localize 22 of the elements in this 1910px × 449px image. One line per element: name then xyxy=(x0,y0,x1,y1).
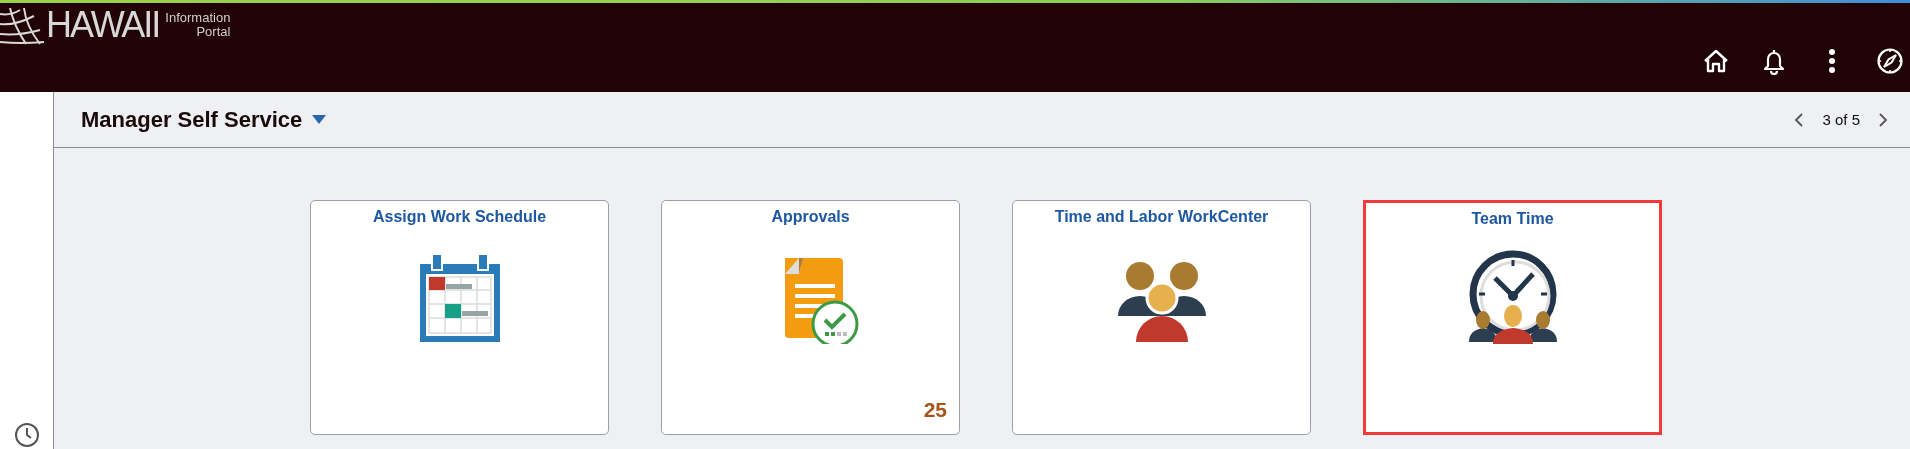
tile[interactable]: Approvals 25 xyxy=(661,200,960,435)
more-options-icon[interactable] xyxy=(1828,47,1836,75)
dropdown-caret-icon[interactable] xyxy=(312,115,327,124)
home-icon[interactable] xyxy=(1702,47,1730,75)
logo-tagline: Portal xyxy=(196,25,231,39)
tile[interactable]: Assign Work Schedule xyxy=(310,200,609,435)
page-title[interactable]: Manager Self Service xyxy=(81,106,303,133)
tile-count: 25 xyxy=(923,398,947,422)
tile[interactable]: Time and Labor WorkCenter xyxy=(1012,200,1311,435)
page-counter: 3 of 5 xyxy=(1822,111,1860,128)
logo-tagline: Information xyxy=(165,11,231,25)
logo-icon xyxy=(0,6,46,46)
logo-wordmark: HAWAII xyxy=(46,5,160,45)
history-icon[interactable] xyxy=(13,422,40,448)
tile-title: Time and Labor WorkCenter xyxy=(1054,208,1269,226)
compass-icon[interactable] xyxy=(1876,47,1904,75)
previous-icon[interactable] xyxy=(1794,111,1805,128)
next-icon[interactable] xyxy=(1878,111,1888,128)
tile-title: Assign Work Schedule xyxy=(372,208,547,226)
tile-title: Team Time xyxy=(1471,210,1554,228)
tile-title: Approvals xyxy=(771,208,850,226)
tile[interactable]: Team Time xyxy=(1363,200,1662,435)
